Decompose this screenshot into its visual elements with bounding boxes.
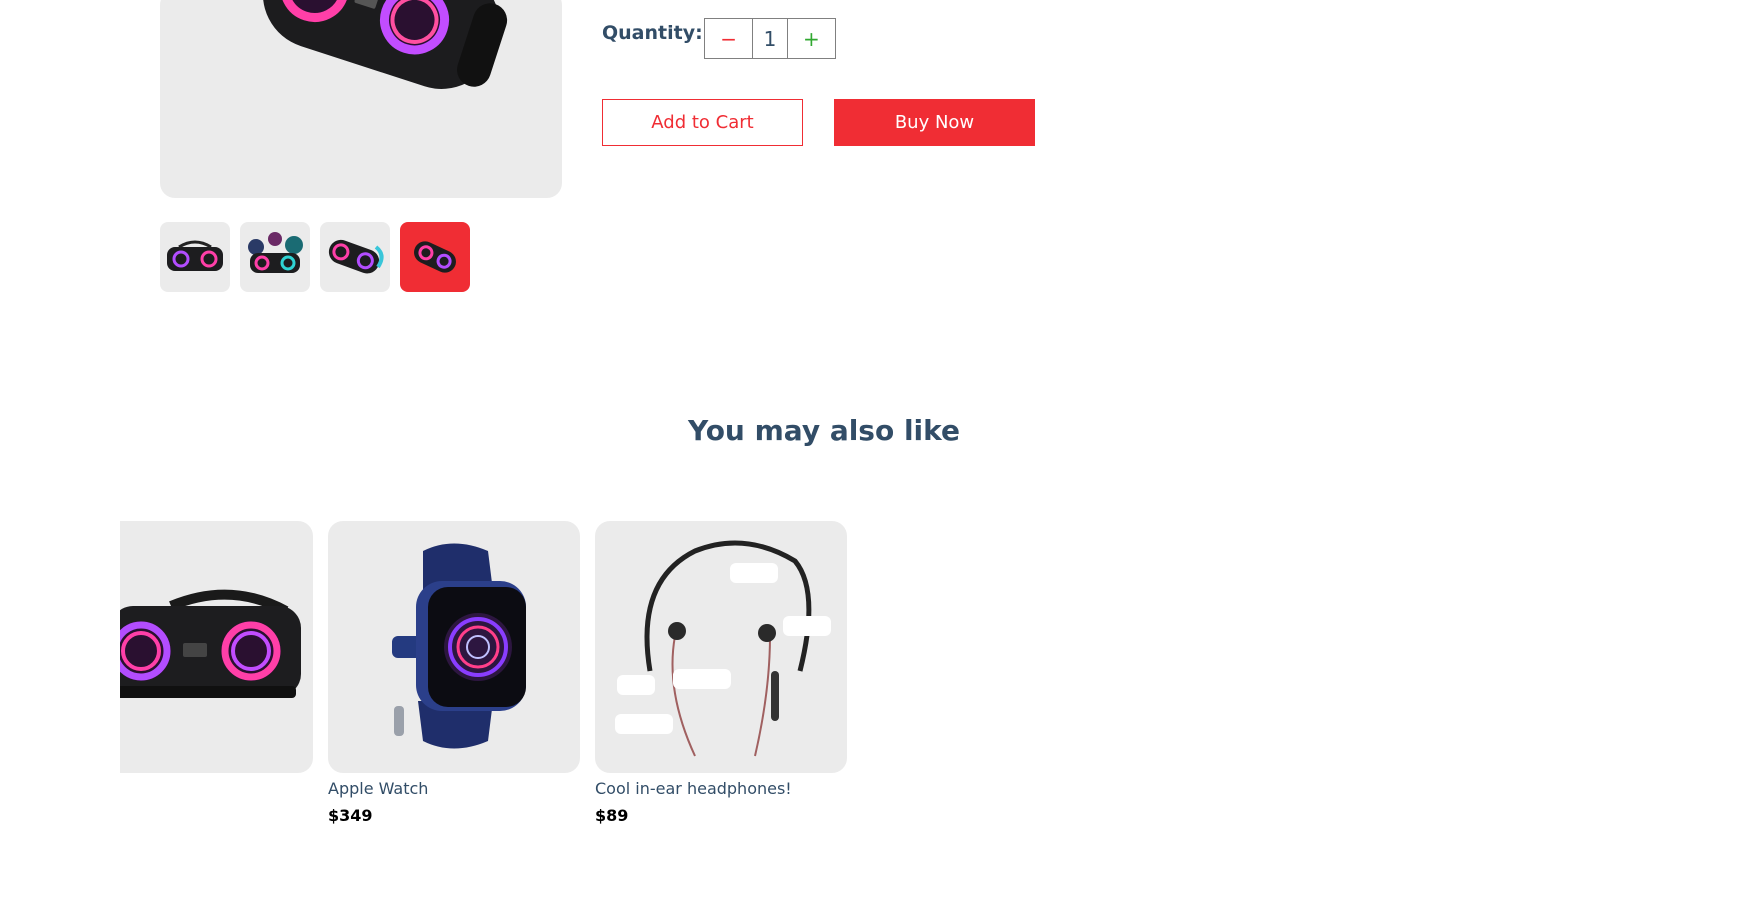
speaker-image <box>120 521 313 773</box>
thumbnail-4-selected[interactable] <box>400 222 470 292</box>
section-title: You may also like <box>687 414 961 447</box>
add-to-cart-button[interactable]: Add to Cart <box>602 99 803 146</box>
related-products-carousel: Apple Watch $349 Cool in-ear headphones!… <box>120 521 860 841</box>
product-name <box>120 779 313 801</box>
quantity-value: 1 <box>752 19 788 58</box>
product-card-headphones[interactable]: Cool in-ear headphones! $89 <box>595 521 847 825</box>
smartwatch-image <box>328 521 580 773</box>
product-card-apple-watch[interactable]: Apple Watch $349 <box>328 521 580 825</box>
neckband-earphones-image <box>595 521 847 773</box>
buy-now-button[interactable]: Buy Now <box>834 99 1035 146</box>
decrement-button[interactable]: − <box>705 19 752 58</box>
thumbnail-2[interactable] <box>240 222 310 292</box>
increment-button[interactable]: + <box>788 19 835 58</box>
quantity-label: Quantity: <box>602 22 703 44</box>
product-card-speaker[interactable] <box>120 521 313 806</box>
product-price: $89 <box>595 806 629 825</box>
product-name: Cool in-ear headphones! <box>595 779 792 798</box>
product-name: Apple Watch <box>328 779 429 798</box>
thumbnail-strip <box>160 222 470 292</box>
thumbnail-1[interactable] <box>160 222 230 292</box>
quantity-stepper: − 1 + <box>704 18 836 59</box>
product-price: $349 <box>328 806 373 825</box>
thumbnail-3[interactable] <box>320 222 390 292</box>
product-main-image <box>160 0 562 198</box>
